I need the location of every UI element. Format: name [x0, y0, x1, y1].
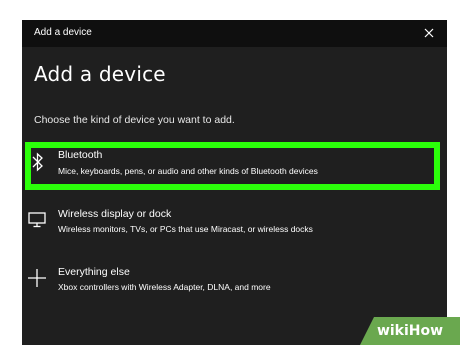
page-title: Add a device — [34, 62, 166, 86]
option-description: Mice, keyboards, pens, or audio and othe… — [58, 166, 318, 176]
option-description: Wireless monitors, TVs, or PCs that use … — [58, 224, 313, 234]
watermark-text: wikiHow — [376, 323, 444, 339]
wikihow-watermark: wikiHow — [360, 317, 460, 345]
close-icon — [424, 28, 434, 38]
option-label: Everything else — [58, 266, 130, 278]
option-bluetooth[interactable]: Bluetooth Mice, keyboards, pens, or audi… — [22, 123, 447, 190]
title-bar: Add a device — [22, 20, 447, 47]
close-button[interactable] — [419, 23, 439, 43]
add-device-dialog: Add a device Add a device Choose the kin… — [22, 20, 447, 345]
option-wireless-display[interactable]: Wireless display or dock Wireless monito… — [22, 204, 447, 240]
plus-icon — [28, 268, 50, 290]
window-title: Add a device — [34, 27, 92, 38]
option-description: Xbox controllers with Wireless Adapter, … — [58, 282, 271, 292]
monitor-icon — [28, 211, 50, 233]
option-everything-else[interactable]: Everything else Xbox controllers with Wi… — [22, 263, 447, 299]
bluetooth-icon — [31, 152, 53, 174]
option-label: Bluetooth — [58, 149, 103, 161]
option-label: Wireless display or dock — [58, 208, 172, 220]
